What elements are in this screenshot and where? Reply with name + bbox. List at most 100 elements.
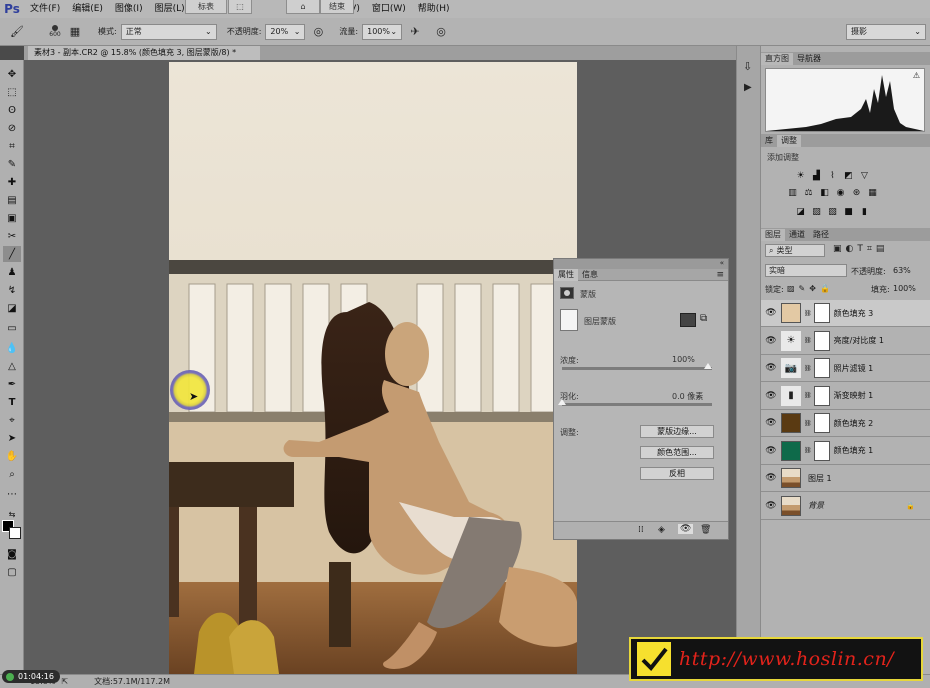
lock-icons[interactable]: ▨✎✥🔒 <box>787 284 834 293</box>
selective-color-icon[interactable]: ■ <box>843 206 854 217</box>
layer-row[interactable]: 👁 ⛓ 颜色填充 1 <box>761 438 930 465</box>
link-icon[interactable]: ⛓ <box>804 337 812 344</box>
visibility-eye-icon[interactable]: 👁 <box>761 473 781 483</box>
color-balance-icon[interactable]: ⚖ <box>803 187 814 198</box>
visibility-eye-icon[interactable]: 👁 <box>761 418 781 428</box>
properties-panel-header[interactable]: « <box>554 259 728 269</box>
layer-row[interactable]: 👁 📷 ⛓ 照片滤镜 1 <box>761 355 930 382</box>
tab-navigator[interactable]: 导航器 <box>793 53 825 65</box>
tab-library[interactable]: 库 <box>761 135 777 147</box>
crop-tool-icon[interactable]: ⌗ <box>3 138 21 154</box>
color-lookup-icon[interactable]: ▦ <box>867 187 878 198</box>
overlay-tab-end[interactable]: 结束 <box>320 0 354 14</box>
gradient-tool-icon[interactable]: ▭ <box>3 320 21 336</box>
color-range-button[interactable]: 颜色范围... <box>640 446 714 459</box>
feather-slider-knob[interactable] <box>558 399 566 405</box>
overlay-tab-select-icon[interactable]: ⬚ <box>228 0 252 14</box>
warning-icon[interactable]: ⚠ <box>913 71 920 80</box>
workspace-select[interactable]: 摄影 ⌄ <box>846 23 926 40</box>
vibrance-icon[interactable]: ▽ <box>859 170 870 181</box>
overlay-tab-home-icon[interactable]: ⌂ <box>286 0 320 14</box>
select-mask-button[interactable] <box>680 313 696 327</box>
collapse-icon[interactable]: « <box>720 259 724 267</box>
menu-window[interactable]: 窗口(W) <box>366 0 412 18</box>
document-tab[interactable]: 素材3 - 副本.CR2 @ 15.8% (颜色填充 3, 图层蒙版/8) * <box>28 46 260 60</box>
fill-value[interactable]: 100% <box>893 284 916 293</box>
more-tools-icon[interactable]: ⋯ <box>3 486 21 502</box>
density-value[interactable]: 100% <box>672 355 695 364</box>
pressure-opacity-icon[interactable]: ◎ <box>309 23 327 41</box>
invert-button[interactable]: 反相 <box>640 467 714 480</box>
mask-edge-button[interactable]: 蒙版边缘... <box>640 425 714 438</box>
layer-row[interactable]: 👁 ▮ ⛓ 渐变映射 1 <box>761 383 930 410</box>
visibility-eye-icon[interactable]: 👁 <box>761 501 781 511</box>
tab-info[interactable]: 信息 <box>578 269 602 281</box>
density-slider[interactable] <box>562 367 712 370</box>
brush-tool-icon[interactable]: 🖌 <box>8 23 26 41</box>
dodge-tool-icon[interactable]: △ <box>3 358 21 374</box>
curves-icon[interactable]: ⌇ <box>827 170 838 181</box>
link-icon[interactable]: ⛓ <box>804 310 812 317</box>
link-icon[interactable]: ⛓ <box>804 447 812 454</box>
layer-mask-thumbnail[interactable] <box>813 413 830 433</box>
pressure-size-icon[interactable]: ◎ <box>432 23 450 41</box>
visibility-eye-icon[interactable]: 👁 <box>761 336 781 346</box>
vector-mask-icon[interactable]: ⧉ <box>700 313 707 324</box>
tab-channels[interactable]: 通道 <box>785 229 809 241</box>
blur-tool-icon[interactable]: 💧 <box>3 340 21 356</box>
path-select-tool-icon[interactable]: ⌖ <box>3 412 21 428</box>
pen-tool-icon[interactable]: ✒ <box>3 376 21 392</box>
marquee-tool-icon[interactable]: ⬚ <box>3 84 21 100</box>
mode-select[interactable]: 正常 ⌄ <box>120 23 217 40</box>
play-action-icon[interactable]: ▶ <box>744 82 752 93</box>
channel-mixer-icon[interactable]: ⊛ <box>851 187 862 198</box>
layer-row[interactable]: 👁 ⛓ 颜色填充 3 <box>761 300 930 327</box>
layer-mask-thumbnail[interactable] <box>813 385 830 406</box>
menu-file[interactable]: 文件(F) <box>24 0 66 18</box>
menu-image[interactable]: 图像(I) <box>109 0 149 18</box>
history-icon[interactable]: ⇩ <box>743 60 752 73</box>
invert-adj-icon[interactable]: ◪ <box>795 206 806 217</box>
tab-adjustments[interactable]: 调整 <box>777 135 801 147</box>
link-icon[interactable]: ⛓ <box>804 392 812 399</box>
red-eye-tool-icon[interactable]: ▣ <box>3 210 21 226</box>
zoom-tool-icon[interactable]: ⌕ <box>3 466 21 482</box>
tab-histogram[interactable]: 直方图 <box>761 53 793 65</box>
link-icon[interactable]: ⛓ <box>804 420 812 427</box>
opacity-field[interactable]: 20% ⌄ <box>265 23 306 40</box>
feather-slider[interactable] <box>562 403 712 406</box>
move-tool-icon[interactable]: ✥ <box>3 66 21 82</box>
layer-row[interactable]: 👁 ☀ ⛓ 亮度/对比度 1 <box>761 328 930 355</box>
direct-select-tool-icon[interactable]: ➤ <box>3 430 21 446</box>
levels-icon[interactable]: ▟ <box>811 170 822 181</box>
airbrush-icon[interactable]: ✈ <box>406 23 424 41</box>
content-move-tool-icon[interactable]: ✂ <box>3 228 21 244</box>
threshold-icon[interactable]: ▧ <box>827 206 838 217</box>
layer-mask-thumbnail[interactable] <box>813 330 830 351</box>
type-tool-icon[interactable]: T <box>3 394 21 410</box>
visibility-eye-icon[interactable]: 👁 <box>678 524 694 534</box>
eraser-tool-icon[interactable]: ◪ <box>3 300 21 316</box>
density-slider-knob[interactable] <box>704 363 712 369</box>
menu-edit[interactable]: 编辑(E) <box>66 0 109 18</box>
export-icon[interactable]: ⇱ <box>61 677 68 686</box>
layer-row[interactable]: 👁 图层 1 <box>761 465 930 492</box>
quick-select-tool-icon[interactable]: ⊘ <box>3 120 21 136</box>
healing-tool-icon[interactable]: ✚ <box>3 174 21 190</box>
eyedropper-tool-icon[interactable]: ✎ <box>3 156 21 172</box>
trash-icon[interactable]: 🗑 <box>700 525 711 535</box>
layer-mask-thumbnail[interactable] <box>813 358 830 378</box>
visibility-eye-icon[interactable]: 👁 <box>761 391 781 401</box>
visibility-eye-icon[interactable]: 👁 <box>761 308 781 318</box>
layer-mask-thumbnail[interactable] <box>813 440 830 461</box>
layer-opacity-value[interactable]: 63% <box>893 266 911 275</box>
history-brush-tool-icon[interactable]: ↯ <box>3 282 21 298</box>
brightness-icon[interactable]: ☀ <box>795 170 806 181</box>
quick-mask-icon[interactable]: ◙ <box>3 546 21 562</box>
screen-mode-icon[interactable]: ▢ <box>3 564 21 580</box>
brush-tool-icon[interactable]: ╱ <box>3 246 21 262</box>
feather-value[interactable]: 0.0 像素 <box>672 391 703 402</box>
tab-properties[interactable]: 属性 <box>554 268 578 281</box>
brush-preset-picker[interactable]: 600 <box>44 20 66 44</box>
posterize-icon[interactable]: ▨ <box>811 206 822 217</box>
